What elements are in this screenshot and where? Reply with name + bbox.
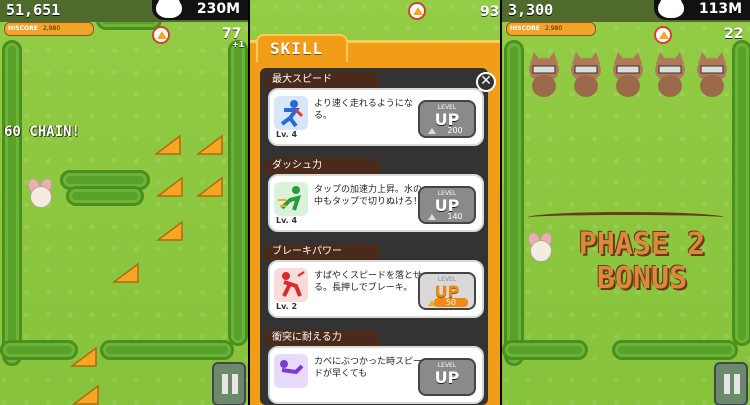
- level-up-button[interactable]: LEVEL UP: [418, 358, 476, 396]
- banner-rope: [528, 212, 724, 223]
- cheese-piece: [153, 134, 182, 156]
- cheese-piece: [155, 220, 184, 242]
- score: 3,300: [508, 1, 554, 19]
- cheese-counter-icon: [408, 2, 426, 20]
- pause-button[interactable]: [212, 362, 246, 405]
- chain-text: 60 CHAIN!: [4, 124, 80, 140]
- hedge: [100, 340, 234, 360]
- cheese-piece: [71, 384, 100, 405]
- upgrade-cost: 140: [447, 212, 463, 221]
- cat-enemy: [608, 48, 648, 98]
- skill-title: ダッシュ力: [264, 158, 380, 174]
- impact-icon: [274, 354, 308, 388]
- game-screen-running: 51,651 230M HISCORE 2,980 77 +1 60 CHAIN…: [0, 0, 248, 405]
- distance-box: 230M: [152, 0, 248, 20]
- tab-skill-label: SKILL: [270, 39, 324, 58]
- cheese-piece: [195, 176, 224, 198]
- skill-card: カベにぶつかった時スピードが早くても LEVEL UP: [268, 346, 484, 404]
- cheese-coin-icon: [428, 128, 436, 134]
- hedge: [612, 340, 738, 360]
- hedge: [502, 340, 588, 360]
- level-up-button[interactable]: LEVEL UP 50: [418, 272, 476, 310]
- cat-face-icon: [156, 0, 182, 18]
- skill-card: Lv. 2 すばやくスピードを落とせる。長押しでブレーキ。 LEVEL UP 5…: [268, 260, 484, 318]
- brake-icon: [274, 268, 308, 302]
- skill-description: カベにぶつかった時スピードが早くても: [314, 357, 423, 379]
- skill-card: Lv. 4 より速く走れるようになる。 LEVEL UP 200: [268, 88, 484, 146]
- skill-description: タップの加速力上昇。水の中もタップで切りぬけろ！: [314, 185, 423, 207]
- hiscore-bar: HISCORE 2,980: [506, 22, 596, 36]
- skill-description: すばやくスピードを落とせる。長押しでブレーキ。: [314, 271, 423, 293]
- hedge: [0, 340, 78, 360]
- skill-description: より速く走れるようになる。: [314, 99, 413, 121]
- upgrade-cost: 50: [434, 298, 468, 307]
- hedge: [2, 40, 22, 366]
- cat-face-icon: [658, 0, 684, 18]
- cheese-counter-icon: [654, 26, 672, 44]
- game-screen-bonus: 3,300 113M HISCORE 2,980 22 PHASE 2 BONU…: [502, 0, 750, 405]
- skill-level: Lv. 4: [276, 216, 298, 225]
- pause-button[interactable]: [714, 362, 748, 405]
- hiscore-label: HISCORE: [8, 25, 38, 32]
- hedge: [732, 40, 750, 346]
- skill-level: Lv. 4: [276, 130, 298, 139]
- cheese-counter-icon: [152, 26, 170, 44]
- level-up-button[interactable]: LEVEL UP 140: [418, 186, 476, 224]
- cheese-count: 93: [480, 4, 500, 20]
- phase-line-2: BONUS: [596, 261, 688, 296]
- phase-banner: PHASE 2 BONUS: [532, 228, 750, 296]
- player-mouse: [25, 176, 55, 208]
- cheese-piece: [155, 176, 184, 198]
- score: 51,651: [6, 1, 61, 19]
- skill-level: Lv. 2: [276, 302, 298, 311]
- hiscore-value: 2,980: [43, 25, 61, 32]
- level-up-button[interactable]: LEVEL UP 200: [418, 100, 476, 138]
- cheese-piece: [69, 346, 98, 368]
- hedge: [504, 40, 524, 366]
- phase-line-1: PHASE 2: [578, 227, 706, 262]
- hiscore-label: HISCORE: [510, 25, 540, 32]
- distance-box: 113M: [654, 0, 750, 20]
- hiscore-value: 2,980: [545, 25, 563, 32]
- skill-menu-screen: 93 SKILL ✕ 最大スピード Lv. 4 より速く走れるようになる。 LE…: [250, 0, 500, 405]
- distance: 113M: [698, 1, 742, 17]
- cat-enemy: [524, 48, 564, 98]
- cat-enemy: [692, 48, 732, 98]
- cat-enemy: [566, 48, 606, 98]
- cat-enemy: [650, 48, 690, 98]
- upgrade-cost: 200: [447, 126, 463, 135]
- cheese-coin-icon: [428, 214, 436, 220]
- skill-card: Lv. 4 タップの加速力上昇。水の中もタップで切りぬけろ！ LEVEL UP …: [268, 174, 484, 232]
- cheese-piece: [111, 262, 140, 284]
- cheese-bonus: +1: [232, 40, 245, 49]
- runner-icon: [274, 96, 308, 130]
- hedge: [228, 40, 248, 346]
- hedge: [66, 186, 144, 206]
- skill-title: 衝突に耐える力: [264, 330, 380, 346]
- up-label: UP: [434, 368, 460, 387]
- tab-skill[interactable]: SKILL: [256, 34, 348, 62]
- skill-title: ブレーキパワー: [264, 244, 380, 260]
- dash-icon: [274, 182, 308, 216]
- skill-title: 最大スピード: [264, 72, 380, 88]
- cheese-count: 22: [724, 26, 744, 42]
- cheese-piece: [195, 134, 224, 156]
- hiscore-bar: HISCORE 2,980: [4, 22, 94, 36]
- distance: 230M: [196, 1, 240, 17]
